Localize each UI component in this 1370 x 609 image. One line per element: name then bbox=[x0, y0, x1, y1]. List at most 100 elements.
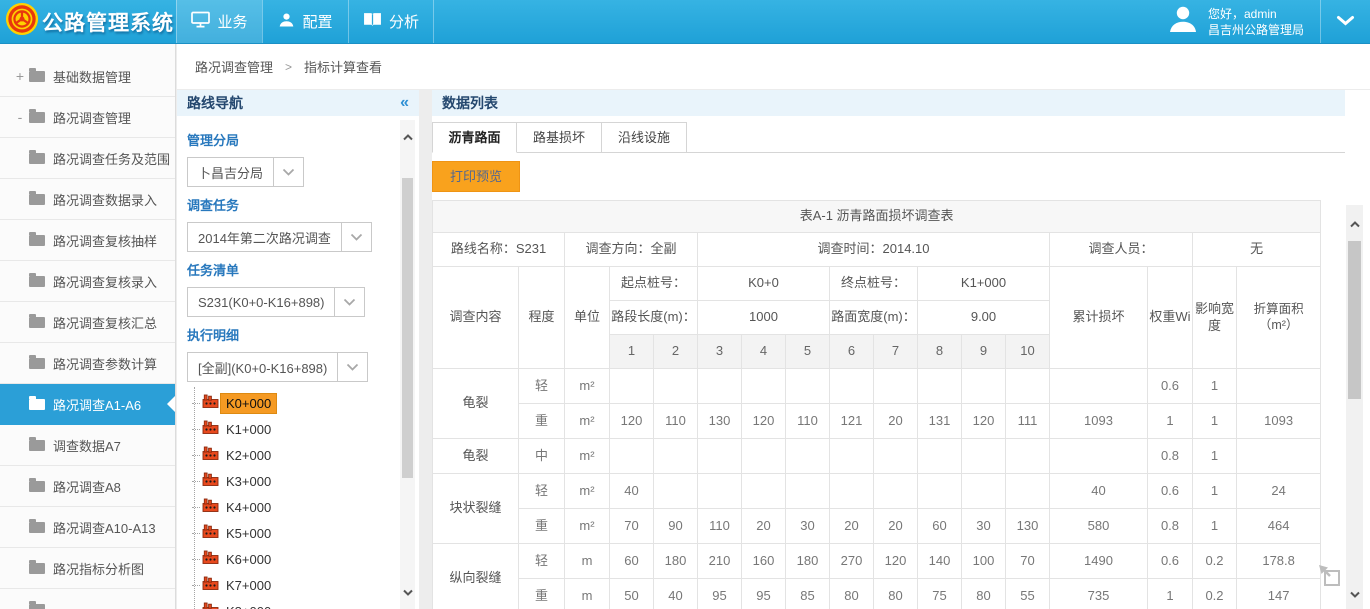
degree-cell: 重 bbox=[519, 509, 565, 544]
task-list-select[interactable]: S231(K0+0-K16+898) bbox=[187, 287, 365, 317]
sidebar-item[interactable]: 路况调查复核汇总 bbox=[0, 302, 175, 343]
scroll-down-icon[interactable] bbox=[1350, 585, 1360, 603]
stake-label: K4+000 bbox=[221, 498, 276, 517]
sidebar-item[interactable]: 路况调查任务及范围 bbox=[0, 138, 175, 179]
tree-item-stake[interactable]: K5+000 bbox=[192, 520, 395, 546]
breadcrumb-item[interactable]: 路况调查管理 bbox=[195, 57, 273, 76]
weight-col-header: 权重Wi bbox=[1148, 267, 1193, 369]
stake-label: K2+000 bbox=[221, 446, 276, 465]
navbar-menu-item[interactable]: 配置 bbox=[262, 0, 348, 43]
sidebar-item[interactable]: +基础数据管理 bbox=[0, 56, 175, 97]
segment-value-cell: 131 bbox=[918, 404, 962, 439]
segment-value-cell bbox=[874, 439, 918, 474]
route-navigation-header: 路线导航 « bbox=[177, 90, 419, 116]
tab-bar: 沥青路面路基损坏沿线设施 bbox=[432, 122, 1345, 153]
tree-expander-icon[interactable]: - bbox=[13, 109, 27, 125]
segment-value-cell bbox=[742, 474, 786, 509]
data-list-title: 数据列表 bbox=[442, 93, 498, 113]
segment-value-cell bbox=[1006, 474, 1050, 509]
execution-detail-select[interactable]: [全副](K0+0-K16+898) bbox=[187, 352, 368, 382]
damage-type-cell: 块状裂缝 bbox=[433, 474, 519, 544]
segment-value-cell bbox=[698, 474, 742, 509]
user-block[interactable]: 您好，admin 昌吉州公路管理局 bbox=[1151, 0, 1320, 43]
tree-item-stake[interactable]: K1+000 bbox=[192, 416, 395, 442]
chevron-down-icon[interactable] bbox=[334, 288, 364, 316]
segment-value-cell bbox=[1006, 439, 1050, 474]
print-preview-button[interactable]: 打印预览 bbox=[432, 161, 520, 192]
segment-value-cell: 55 bbox=[1006, 579, 1050, 609]
sidebar-item[interactable]: 路况调查复核录入 bbox=[0, 261, 175, 302]
management-branch-select[interactable]: 卜昌吉分局 bbox=[187, 157, 304, 187]
scrollbar-thumb[interactable] bbox=[1348, 241, 1361, 399]
collapse-panel-icon[interactable]: « bbox=[400, 95, 409, 111]
sidebar-menu: +基础数据管理-路况调查管理路况调查任务及范围路况调查数据录入路况调查复核抽样路… bbox=[0, 44, 176, 609]
scrollbar-thumb[interactable] bbox=[402, 178, 413, 478]
tree-item-stake[interactable]: K6+000 bbox=[192, 546, 395, 572]
stake-label: K5+000 bbox=[221, 524, 276, 543]
route-panel-scrollbar[interactable] bbox=[400, 120, 415, 609]
sidebar-item[interactable]: 路况指标分析图 bbox=[0, 548, 175, 589]
scroll-down-icon[interactable] bbox=[403, 583, 413, 601]
segment-value-cell bbox=[742, 439, 786, 474]
table-row: 重m²1201101301201101212013112011110931110… bbox=[433, 404, 1321, 439]
tab-item[interactable]: 路基损坏 bbox=[517, 122, 602, 153]
start-stake-value: K0+0 bbox=[698, 267, 830, 301]
sidebar-item[interactable]: 路况调查A8 bbox=[0, 466, 175, 507]
navbar-menu-item[interactable]: 业务 bbox=[176, 0, 262, 43]
chevron-down-icon[interactable] bbox=[337, 353, 367, 381]
end-stake-value: K1+000 bbox=[918, 267, 1050, 301]
sidebar-item[interactable]: 路况调查A10-A13 bbox=[0, 507, 175, 548]
unit-cell: m bbox=[565, 544, 610, 579]
navbar-menu-item[interactable]: 分析 bbox=[348, 0, 434, 43]
folder-icon bbox=[29, 563, 45, 574]
tree-connector bbox=[192, 559, 200, 560]
user-menu-toggle[interactable] bbox=[1320, 0, 1370, 43]
main-scrollbar[interactable] bbox=[1346, 205, 1363, 609]
tree-item-stake[interactable]: K4+000 bbox=[192, 494, 395, 520]
segment-value-cell: 40 bbox=[654, 579, 698, 609]
tab-active[interactable]: 沥青路面 bbox=[432, 122, 517, 153]
sidebar-item[interactable]: 路况调查数据录入 bbox=[0, 179, 175, 220]
sidebar-item[interactable]: 路况调查复核抽样 bbox=[0, 220, 175, 261]
sidebar-item[interactable]: 调查数据A7 bbox=[0, 425, 175, 466]
factory-icon bbox=[202, 446, 221, 464]
tree-item-stake[interactable]: K2+000 bbox=[192, 442, 395, 468]
segment-value-cell: 70 bbox=[1006, 544, 1050, 579]
segment-number-cell: 2 bbox=[654, 335, 698, 369]
expand-view-icon[interactable] bbox=[1317, 563, 1342, 593]
survey-task-select[interactable]: 2014年第二次路况调查 bbox=[187, 222, 372, 252]
management-branch-label: 管理分局 bbox=[187, 130, 395, 149]
segment-value-cell: 90 bbox=[654, 509, 698, 544]
route-navigation-panel: 路线导航 « 管理分局卜昌吉分局调查任务2014年第二次路况调查任务清单S231… bbox=[177, 90, 419, 609]
sidebar-item-label: 路况调查管理 bbox=[53, 108, 131, 127]
user-greeting: 您好，admin bbox=[1208, 6, 1304, 22]
start-stake-label: 起点桩号： bbox=[610, 267, 698, 301]
segment-value-cell: 160 bbox=[742, 544, 786, 579]
table-title: 表A-1 沥青路面损坏调查表 bbox=[433, 201, 1321, 233]
tree-item-stake[interactable]: K8+000 bbox=[192, 598, 395, 609]
chevron-down-icon[interactable] bbox=[273, 158, 303, 186]
tree-item-stake[interactable]: K7+000 bbox=[192, 572, 395, 598]
tree-item-stake[interactable]: K0+000 bbox=[192, 390, 395, 416]
tree-item-stake[interactable]: K3+000 bbox=[192, 468, 395, 494]
sidebar-item[interactable]: 路况调查A1-A6 bbox=[0, 384, 175, 425]
folder-icon bbox=[29, 194, 45, 205]
tab-item[interactable]: 沿线设施 bbox=[602, 122, 687, 153]
stake-tree: K0+000K1+000 K2+000 K3+000 K4+000 K5+000 K6+0… bbox=[187, 390, 395, 609]
segment-value-cell: 140 bbox=[918, 544, 962, 579]
chevron-down-icon[interactable] bbox=[341, 223, 371, 251]
sidebar-item[interactable] bbox=[0, 589, 175, 609]
scroll-up-icon[interactable] bbox=[403, 128, 413, 146]
segment-value-cell: 121 bbox=[830, 404, 874, 439]
tree-expander-icon[interactable]: + bbox=[13, 68, 27, 84]
sidebar-item-label: 路况调查复核抽样 bbox=[53, 231, 157, 250]
sidebar-item-label: 路况调查参数计算 bbox=[53, 354, 157, 373]
sidebar-item[interactable]: - 路况调查管理 bbox=[0, 97, 175, 138]
segment-value-cell: 120 bbox=[962, 404, 1006, 439]
sidebar-item[interactable]: 路况调查参数计算 bbox=[0, 343, 175, 384]
segment-value-cell: 40 bbox=[610, 474, 654, 509]
scroll-up-icon[interactable] bbox=[1350, 215, 1360, 233]
avatar-icon bbox=[1167, 3, 1199, 40]
user-info: 您好，admin 昌吉州公路管理局 bbox=[1208, 6, 1304, 38]
top-navbar: 公路管理系统 业务配置分析 您好，admin 昌吉州公路管理局 bbox=[0, 0, 1370, 44]
